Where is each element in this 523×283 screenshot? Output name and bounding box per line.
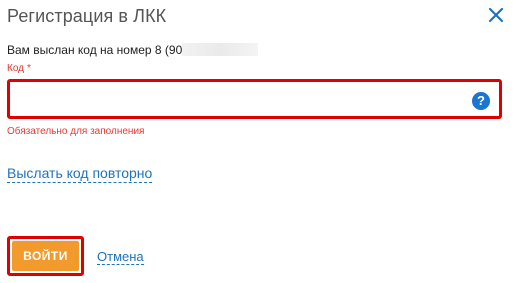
required-mark: * — [27, 63, 31, 74]
dialog-title: Регистрация в ЛКК — [7, 6, 167, 26]
phone-redaction — [182, 43, 259, 56]
resend-code-link[interactable]: Выслать код повторно — [7, 165, 153, 183]
cancel-link[interactable]: Отмена — [97, 249, 144, 265]
code-input[interactable] — [14, 86, 468, 114]
code-sent-message: Вам выслан код на номер 8 (90 — [7, 43, 259, 57]
registration-dialog: Регистрация в ЛКК Вам выслан код на номе… — [0, 0, 523, 283]
required-error-message: Обязательно для заполнения — [7, 126, 145, 137]
login-button[interactable]: ВОЙТИ — [12, 241, 79, 271]
code-input-container: ? — [7, 79, 502, 119]
phone-masked-part: 0 — [175, 43, 183, 57]
close-icon[interactable] — [486, 5, 506, 25]
code-field-label: Код * — [7, 63, 31, 74]
question-circle-icon[interactable]: ? — [472, 92, 490, 110]
help-symbol: ? — [477, 93, 485, 108]
login-button-highlight: ВОЙТИ — [7, 236, 84, 276]
code-sent-text: Вам выслан код на номер 8 (9 — [7, 43, 176, 57]
code-label-text: Код — [7, 63, 25, 74]
